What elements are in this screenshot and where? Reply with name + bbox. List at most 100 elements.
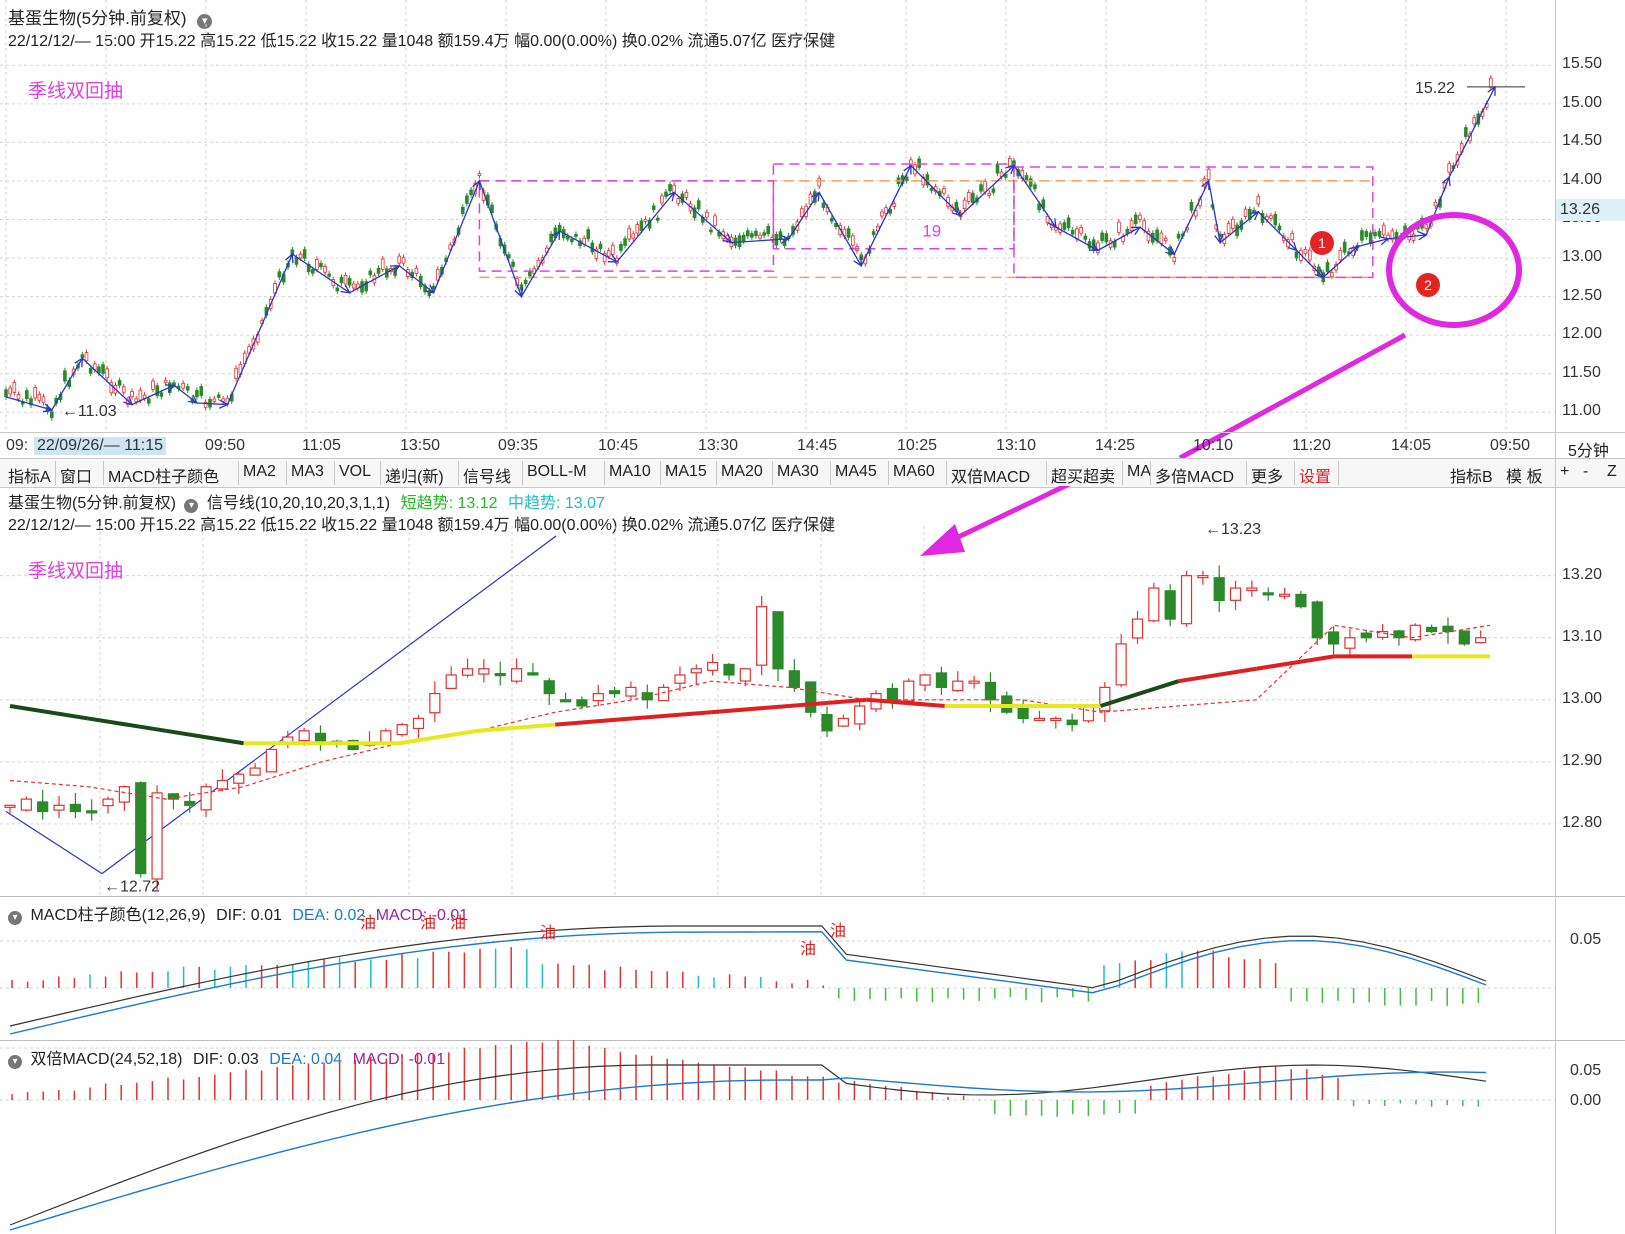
marker-1-text: 1 — [1318, 235, 1326, 251]
toolbar-tab[interactable]: 更多 — [1251, 463, 1283, 487]
toolbar-right-tab[interactable]: - — [1583, 463, 1588, 481]
double-macd-chart[interactable] — [0, 1040, 1625, 1234]
candle-body — [1197, 575, 1209, 579]
toolbar-tab[interactable]: MA30 — [777, 463, 819, 481]
toolbar-tab[interactable]: 指标A — [8, 463, 51, 487]
candle-body — [200, 786, 212, 811]
time-label: 09:50 — [205, 437, 246, 454]
oil-signal-label: 油 — [360, 914, 376, 932]
candle-body — [397, 255, 402, 264]
mid-trend-segment — [1178, 666, 1257, 684]
toolbar-tab[interactable]: MA10 — [609, 463, 651, 481]
candle-body — [1290, 232, 1295, 241]
candle-body — [1213, 577, 1225, 602]
candle-body — [1464, 127, 1468, 137]
toolbar-tab[interactable]: MA20 — [721, 463, 763, 481]
candlestick-chart[interactable]: ←13.23 ←12.72 — [0, 486, 1625, 896]
toolbar-tab[interactable]: 窗口 — [60, 463, 92, 487]
candle-body — [821, 202, 826, 208]
toolbar-tab[interactable]: 双倍MACD — [951, 463, 1030, 487]
candle-body — [668, 184, 672, 192]
candle-body — [265, 748, 278, 773]
candle-body — [983, 181, 987, 193]
toolbar-tab[interactable]: 递归(新) — [385, 463, 444, 487]
toolbar-tab[interactable]: MA15 — [665, 463, 707, 481]
dmacd-y-tick: 0.05 — [1570, 1062, 1602, 1079]
time-label: 09:50 — [1490, 437, 1531, 454]
toolbar-right-tab[interactable]: 模 板 — [1506, 463, 1542, 487]
candle-body — [134, 398, 138, 403]
toolbar-tab[interactable]: MA2 — [243, 463, 276, 481]
candle-body — [1338, 249, 1343, 261]
toolbar-right-tab[interactable]: + — [1560, 463, 1569, 481]
candle-body — [762, 232, 766, 236]
candle-body — [935, 672, 948, 688]
candle-body — [609, 690, 621, 695]
toolbar-tab[interactable]: MA45 — [835, 463, 877, 481]
candle-body — [327, 273, 331, 277]
candle-body — [163, 379, 168, 383]
candle-body — [298, 730, 310, 742]
candle-body — [1028, 178, 1033, 187]
macd-chart[interactable]: 油油油油油油 — [0, 896, 1625, 1038]
toolbar-tab[interactable]: MACD柱子颜色 — [108, 463, 219, 487]
candle-body — [1303, 249, 1308, 255]
top-y-tick: 15.00 — [1562, 93, 1603, 111]
candle-body — [105, 368, 109, 379]
current-price-tag: 13.26 — [1556, 199, 1625, 221]
candle-body — [1229, 587, 1242, 601]
macd-dif-line — [9, 925, 1487, 1027]
candle-body — [445, 674, 457, 690]
candle-body — [995, 163, 1000, 174]
candle-body — [478, 668, 490, 675]
toolbar-tab[interactable]: MA60 — [893, 463, 935, 481]
mid-trend-segment — [165, 728, 244, 746]
candle-body — [118, 786, 130, 803]
candle-body — [854, 705, 866, 725]
candle-body — [429, 692, 441, 714]
candle-body — [1079, 227, 1083, 234]
toolbar-tab[interactable]: 信号线 — [463, 463, 511, 487]
toolbar-right-tab[interactable]: 指标B — [1450, 463, 1493, 487]
candle-body — [705, 211, 709, 218]
toolbar-tab[interactable]: 设置 — [1299, 463, 1331, 487]
mid-trend-segment — [710, 704, 790, 715]
candle-body — [1066, 719, 1078, 726]
candle-body — [942, 188, 946, 194]
price-chart[interactable]: 15.22 ←11.03 19 1 2 — [0, 0, 1625, 458]
time-axis: 09: 22/09/26/— 11:15 09:50 11:05 13:50 09:35 1… — [0, 432, 1625, 460]
toolbar-separator — [946, 461, 947, 485]
toolbar-tab[interactable]: 多倍MACD — [1155, 463, 1234, 487]
toolbar-separator — [604, 461, 605, 485]
candle-body — [754, 230, 758, 237]
candle-body — [25, 390, 29, 399]
candle-body — [380, 258, 385, 270]
oil-signal-label: 油 — [540, 924, 556, 942]
candle-body — [1373, 231, 1377, 237]
candle-body — [1172, 257, 1177, 263]
candle-body — [8, 387, 12, 395]
candle-body — [1008, 158, 1012, 167]
time-label: 13:30 — [698, 437, 739, 454]
candle-body — [1226, 223, 1231, 234]
mid-trend-segment — [788, 697, 868, 708]
toolbar-tab[interactable]: MA — [1127, 463, 1151, 481]
candle-body — [1393, 630, 1405, 639]
mid-annotation: 季线双回抽 — [28, 561, 124, 582]
toolbar-right-tab[interactable]: Z — [1607, 463, 1617, 481]
candle-body — [635, 224, 640, 234]
candle-body — [971, 192, 975, 203]
candle-body — [723, 663, 735, 676]
toolbar-tab[interactable]: MA3 — [291, 463, 324, 481]
toolbar-tab[interactable]: BOLL-M — [527, 463, 587, 481]
top-y-tick: 15.50 — [1562, 55, 1603, 73]
time-label: 14:05 — [1391, 437, 1432, 454]
candle-body — [987, 192, 992, 196]
toolbar-separator — [55, 461, 56, 485]
toolbar-tab[interactable]: VOL — [339, 463, 371, 481]
low-price-label: ←11.03 — [62, 403, 117, 420]
toolbar-tab[interactable]: 超买超卖 — [1051, 463, 1115, 487]
candle-body — [1489, 77, 1493, 88]
toolbar-separator — [380, 461, 381, 485]
candle-body — [979, 184, 983, 192]
